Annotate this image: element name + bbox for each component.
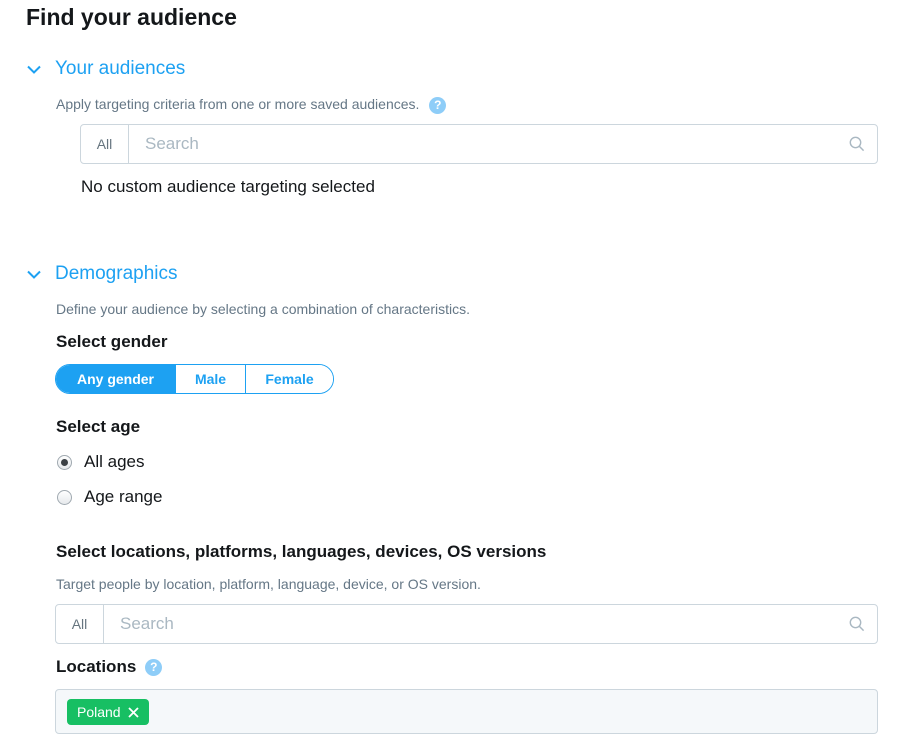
- demographics-description: Define your audience by selecting a comb…: [56, 301, 470, 317]
- targeting-label: Select locations, platforms, languages, …: [56, 542, 547, 561]
- demographics-title: Demographics: [55, 263, 178, 284]
- chevron-down-icon: [26, 266, 42, 282]
- search-icon[interactable]: [837, 605, 877, 643]
- demographics-toggle[interactable]: Demographics: [26, 263, 178, 285]
- locations-label: Locations: [56, 657, 137, 676]
- selected-locations[interactable]: Poland: [55, 689, 878, 734]
- age-all-label: All ages: [84, 452, 145, 471]
- locations-label-row: Locations ?: [56, 657, 163, 677]
- age-range-option[interactable]: Age range: [57, 487, 162, 507]
- gender-selector: Any gender Male Female: [55, 364, 334, 394]
- your-audiences-description: Apply targeting criteria from one or mor…: [56, 96, 447, 114]
- targeting-search-input[interactable]: [104, 605, 837, 643]
- your-audiences-description-text: Apply targeting criteria from one or mor…: [56, 96, 420, 112]
- select-age-label: Select age: [56, 417, 141, 436]
- targeting-search-all-filter[interactable]: All: [56, 605, 104, 643]
- your-audiences-title: Your audiences: [55, 58, 186, 79]
- age-range-radio[interactable]: [57, 489, 72, 505]
- targeting-description: Target people by location, platform, lan…: [56, 576, 481, 592]
- search-icon[interactable]: [837, 125, 877, 163]
- audience-search-all-filter[interactable]: All: [81, 125, 129, 163]
- targeting-search: All: [55, 604, 878, 644]
- gender-male-button[interactable]: Male: [175, 365, 245, 393]
- no-audience-message: No custom audience targeting selected: [81, 177, 375, 196]
- help-icon[interactable]: ?: [145, 658, 163, 676]
- close-icon[interactable]: [127, 706, 139, 718]
- page-title: Find your audience: [26, 4, 237, 30]
- age-all-option[interactable]: All ages: [57, 452, 144, 472]
- your-audiences-toggle[interactable]: Your audiences: [26, 58, 185, 80]
- age-range-label: Age range: [84, 487, 163, 506]
- age-all-radio[interactable]: [57, 454, 72, 470]
- location-tag-label: Poland: [77, 704, 121, 720]
- help-icon[interactable]: ?: [429, 96, 447, 114]
- chevron-down-icon: [26, 61, 42, 77]
- select-gender-label: Select gender: [56, 332, 168, 351]
- location-tag: Poland: [67, 699, 149, 725]
- audience-search: All: [80, 124, 878, 164]
- gender-female-button[interactable]: Female: [245, 365, 333, 393]
- audience-search-input[interactable]: [129, 125, 837, 163]
- gender-any-button[interactable]: Any gender: [56, 365, 175, 393]
